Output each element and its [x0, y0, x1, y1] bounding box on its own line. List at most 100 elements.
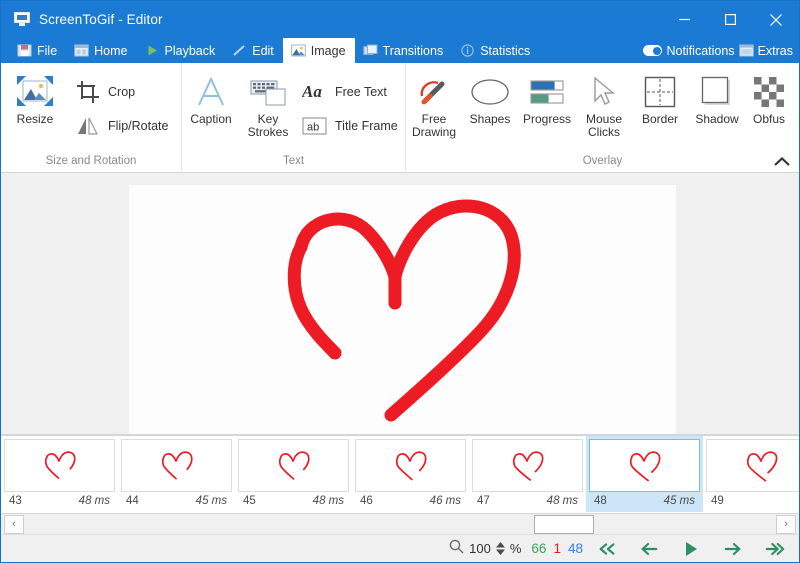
border-label: Border [641, 112, 679, 126]
screentogif-editor-window: ScreenToGif - Editor File Home Playback … [0, 0, 800, 563]
cursor-arrow-icon [591, 73, 617, 111]
frame-thumbnail [355, 439, 466, 492]
frame-duration: 48 ms [78, 495, 110, 507]
title-frame-button[interactable]: ab Title Frame [296, 109, 404, 143]
save-disk-icon [17, 44, 32, 57]
notifications-toggle[interactable] [643, 45, 663, 56]
mouse-clicks-button[interactable]: Mouse Clicks [576, 67, 632, 153]
tab-file-label: File [37, 43, 58, 58]
previous-frame-button[interactable] [639, 539, 659, 559]
notifications-label[interactable]: Notifications [666, 44, 734, 58]
frame-canvas[interactable] [129, 185, 676, 434]
free-text-button[interactable]: Aa Free Text [296, 75, 404, 109]
tab-statistics[interactable]: Statistics [452, 38, 539, 63]
tab-playback[interactable]: Playback [137, 38, 225, 63]
filmstrip-frame[interactable]: 45 48 ms [235, 436, 352, 512]
filmstrip-frame-selected[interactable]: 48 45 ms [586, 436, 703, 512]
thumb-heart-icon [746, 450, 777, 482]
free-drawing-button[interactable]: Free Drawing [406, 67, 462, 153]
total-frames-count: 66 [531, 541, 547, 556]
frame-duration: 46 ms [429, 495, 461, 507]
window-icon [738, 44, 754, 57]
frame-duration: 45 ms [195, 495, 227, 507]
group-label-overlay: Overlay [582, 155, 623, 167]
title-frame-label: Title Frame [335, 119, 398, 133]
frame-duration: 48 ms [546, 495, 578, 507]
status-bar: 100 % 66 1 48 [1, 534, 799, 562]
group-label-size-and-rotation: Size and Rotation [45, 155, 137, 167]
thumb-heart-icon [629, 450, 660, 481]
border-button[interactable]: Border [632, 67, 688, 153]
magnifier-icon [449, 539, 464, 559]
tab-edit[interactable]: Edit [224, 38, 283, 63]
ribbon-group-overlay: Free Drawing Shapes Progress Mouse Click… [405, 63, 799, 173]
caption-button[interactable]: Caption [182, 67, 240, 153]
obfuscate-button[interactable]: Obfus [746, 67, 792, 153]
filmstrip-frame[interactable]: 47 48 ms [469, 436, 586, 512]
key-strokes-button[interactable]: Key Strokes [240, 67, 296, 153]
ab-box-icon: ab [302, 116, 328, 136]
tab-playback-label: Playback [164, 43, 216, 58]
frame-meta: 45 48 ms [238, 495, 349, 507]
crop-button[interactable]: Crop [69, 75, 174, 109]
scrollbar-track[interactable] [24, 514, 799, 534]
tab-transitions-label: Transitions [382, 43, 444, 58]
extras-label[interactable]: Extras [758, 44, 793, 58]
tab-image-label: Image [310, 43, 346, 58]
play-button[interactable] [681, 539, 701, 559]
frame-duration: 48 ms [312, 495, 344, 507]
frame-thumbnail [472, 439, 583, 492]
next-frame-button[interactable] [723, 539, 743, 559]
progress-button[interactable]: Progress [518, 67, 576, 153]
frame-meta: 46 46 ms [355, 495, 466, 507]
tab-home[interactable]: Home [66, 38, 136, 63]
zoom-stepper[interactable] [495, 542, 505, 555]
zoom-value[interactable]: 100 [469, 541, 491, 556]
frame-index: 46 [360, 495, 373, 507]
close-button[interactable] [753, 1, 799, 38]
shadow-button[interactable]: Shadow [688, 67, 746, 153]
resize-button[interactable]: Resize [1, 67, 69, 153]
scroll-left-arrow-icon[interactable]: ‹ [4, 514, 24, 534]
shapes-label: Shapes [469, 112, 511, 126]
filmstrip-frame[interactable]: 44 45 ms [118, 436, 235, 512]
brush-icon [416, 73, 452, 111]
tab-file[interactable]: File [9, 38, 66, 63]
frame-meta: 47 48 ms [472, 495, 583, 507]
maximize-button[interactable] [707, 1, 753, 38]
scrollbar-thumb[interactable] [534, 514, 594, 534]
filmstrip-frame[interactable]: 49 47 [703, 436, 799, 512]
chevron-up-icon[interactable] [773, 153, 791, 171]
play-triangle-icon [148, 45, 157, 56]
window-controls [661, 1, 799, 38]
obfuscate-label: Obfus [752, 112, 785, 126]
first-frame-button[interactable] [597, 539, 617, 559]
size-small-buttons: Crop Flip/Rotate [69, 67, 174, 153]
tab-transitions[interactable]: Transitions [355, 38, 453, 63]
filmstrip-frame[interactable]: 46 46 ms [352, 436, 469, 512]
filmstrip-scrollbar[interactable]: ‹ › [1, 513, 799, 534]
aa-text-icon: Aa [302, 82, 328, 102]
tab-image[interactable]: Image [282, 38, 355, 63]
filmstrip-frame[interactable]: 43 48 ms [1, 436, 118, 512]
scroll-right-arrow-icon[interactable]: › [776, 514, 796, 534]
shapes-button[interactable]: Shapes [462, 67, 518, 153]
ribbon-group-size-and-rotation: Resize Crop Flip/Rotate Size and Rotatio… [1, 63, 181, 173]
zoom-control[interactable]: 100 % [449, 539, 521, 559]
last-frame-button[interactable] [765, 539, 785, 559]
flip-rotate-button[interactable]: Flip/Rotate [69, 109, 174, 143]
ribbon-tab-bar: File Home Playback Edit Image Transition… [1, 38, 799, 63]
frame-index: 48 [594, 495, 607, 507]
current-frame-count: 48 [567, 541, 583, 556]
crop-label: Crop [108, 85, 136, 99]
preview-canvas-area[interactable] [1, 173, 799, 435]
thumb-heart-icon [395, 450, 427, 480]
thumb-heart-icon [44, 450, 76, 479]
frame-filmstrip[interactable]: 43 48 ms 44 45 ms 45 48 ms 46 46 ms 47 4… [1, 435, 799, 513]
thumb-heart-icon [512, 450, 543, 481]
text-small-buttons: Aa Free Text ab Title Frame [296, 67, 404, 153]
title-bar: ScreenToGif - Editor [1, 1, 799, 38]
resize-label: Resize [16, 112, 54, 126]
svg-text:ab: ab [307, 122, 319, 134]
minimize-button[interactable] [661, 1, 707, 38]
